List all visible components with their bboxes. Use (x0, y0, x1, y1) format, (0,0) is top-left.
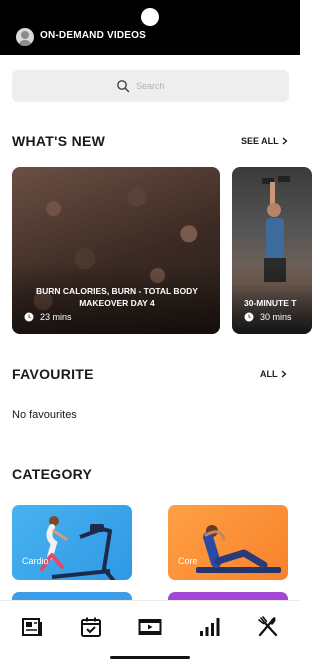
video-duration: 30 mins (244, 312, 292, 322)
chevron-right-icon (282, 137, 288, 145)
see-all-button[interactable]: SEE ALL (241, 136, 288, 146)
bottom-navigation (0, 600, 300, 668)
empty-favourites-text: No favourites (12, 409, 77, 421)
category-label: Core (178, 556, 198, 566)
page-title: ON-DEMAND VIDEOS (40, 30, 146, 41)
user-avatar-icon[interactable] (16, 28, 34, 46)
home-indicator (110, 656, 190, 659)
category-tile-cardio[interactable]: Cardio (12, 505, 132, 580)
clock-icon (24, 312, 34, 322)
category-heading: CATEGORY (12, 466, 93, 482)
app-header: ON-DEMAND VIDEOS (0, 0, 300, 55)
favourite-heading: FAVOURITE (12, 366, 94, 382)
whats-new-heading: WHAT'S NEW (12, 133, 106, 149)
treadmill-illustration (40, 516, 116, 580)
bar-chart-icon[interactable] (197, 615, 221, 639)
clock-icon (244, 312, 254, 322)
search-bar[interactable] (12, 70, 289, 102)
video-card[interactable]: 30-MINUTE T 30 mins (232, 167, 312, 334)
search-input[interactable] (136, 77, 276, 95)
chevron-right-icon (281, 370, 286, 378)
video-card[interactable]: BURN CALORIES, BURN - TOTAL BODY MAKEOVE… (12, 167, 220, 334)
video-film-icon[interactable] (138, 615, 162, 639)
video-title: 30-MINUTE T (244, 298, 297, 308)
calendar-check-icon[interactable] (79, 615, 103, 639)
duration-label: 23 mins (40, 312, 72, 322)
search-icon (117, 80, 130, 93)
all-label: ALL (260, 369, 278, 379)
news-icon[interactable] (20, 615, 44, 639)
category-label: Cardio (22, 556, 49, 566)
video-duration: 23 mins (24, 312, 72, 322)
favourite-all-button[interactable]: ALL (260, 369, 287, 379)
category-tile-core[interactable]: Core (168, 505, 288, 580)
situp-illustration (196, 525, 281, 573)
utensils-icon[interactable] (256, 615, 280, 639)
duration-label: 30 mins (260, 312, 292, 322)
video-title: BURN CALORIES, BURN - TOTAL BODY MAKEOVE… (36, 286, 198, 308)
see-all-label: SEE ALL (241, 136, 279, 146)
camera-cutout (141, 8, 159, 26)
